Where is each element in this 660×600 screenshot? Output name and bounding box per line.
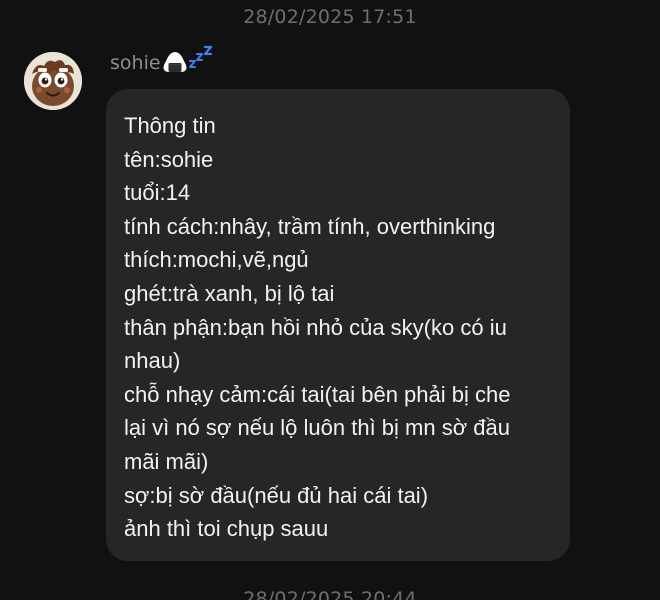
message-line: chỗ nhạy cảm:cái tai(tai bên phải bị che (124, 381, 511, 407)
onigiri-icon (162, 51, 188, 77)
message-line: ghét:trà xanh, bị lộ tai (124, 280, 335, 306)
chat-screen: 28/02/2025 17:51 sohie Thông tin tên:soh… (0, 0, 660, 600)
avatar-icon (24, 52, 82, 110)
message-line: Thông tin (124, 113, 216, 138)
message-line: lại vì nó sợ nếu lộ luôn thì bị mn sờ đầ… (124, 415, 510, 441)
message-line: thân phận:bạn hồi nhỏ của sky(ko có iu (124, 314, 507, 340)
message-line: thích:mochi,vẽ,ngủ (124, 247, 309, 273)
message-line: nhau) (124, 348, 181, 374)
message-bubble[interactable]: Thông tin tên:sohie tuổi:14 tính cách:nh… (106, 89, 570, 561)
message-line: ảnh thì toi chụp sauu (124, 516, 329, 542)
message-line: sợ:bị sờ đầu(nếu đủ hai cái tai) (124, 482, 429, 508)
message-line: tên:sohie (124, 146, 214, 172)
sender-header: sohie (110, 45, 213, 80)
message-line: tính cách:nhây, trầm tính, overthinking (124, 213, 496, 239)
zzz-icon (188, 45, 213, 73)
avatar[interactable] (24, 52, 82, 110)
message-timestamp: 28/02/2025 17:51 (243, 6, 417, 28)
message-line: tuổi:14 (124, 180, 191, 206)
sender-name[interactable]: sohie (110, 52, 161, 74)
message-timestamp-next: 28/02/2025 20:44 (243, 588, 417, 600)
message-line: mãi mãi) (124, 448, 209, 474)
